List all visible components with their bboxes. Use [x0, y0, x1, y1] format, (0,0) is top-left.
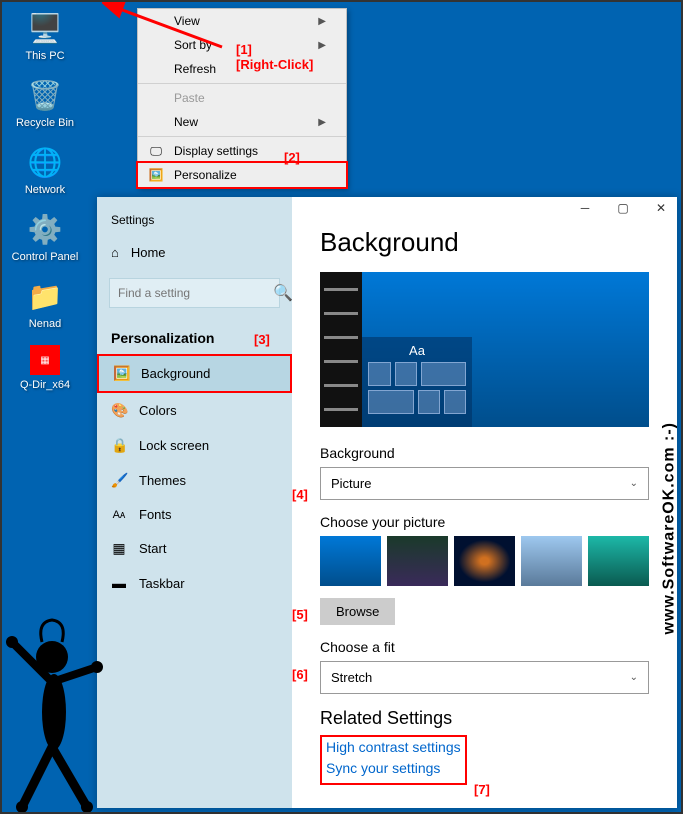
sidebar-item-colors[interactable]: 🎨 Colors: [97, 393, 292, 428]
desktop-preview: Aa: [320, 272, 649, 427]
settings-content: ─ ▢ ✕ Background Aa Background Picture ⌄…: [292, 197, 677, 808]
nav-label: Background: [141, 366, 210, 381]
search-input[interactable]: [118, 286, 273, 300]
preview-sample-text: Aa: [368, 343, 466, 358]
thumbnail-2[interactable]: [387, 536, 448, 586]
sidebar-item-taskbar[interactable]: ▬ Taskbar: [97, 566, 292, 600]
nav-label: Taskbar: [139, 576, 185, 591]
menu-item-displaysettings[interactable]: 🖵 Display settings: [138, 139, 346, 163]
preview-start: Aa: [362, 337, 472, 427]
chevron-down-icon: ⌄: [630, 478, 638, 489]
lock-icon: 🔒: [111, 437, 127, 454]
display-icon: 🖵: [148, 143, 164, 159]
menu-label: New: [174, 115, 198, 129]
menu-label: Paste: [174, 91, 205, 105]
page-title: Background: [320, 227, 649, 258]
icon-label: Network: [10, 184, 80, 196]
pc-icon: 🖥️: [27, 10, 63, 46]
nav-label: Fonts: [139, 507, 172, 522]
palette-icon: 🎨: [111, 402, 127, 419]
sidebar-section-title: Personalization: [97, 316, 292, 354]
chevron-right-icon: ▶: [318, 117, 326, 128]
link-high-contrast[interactable]: High contrast settings: [326, 739, 461, 755]
dropdown-value: Picture: [331, 476, 371, 491]
maximize-button[interactable]: ▢: [613, 201, 633, 215]
sidebar-item-start[interactable]: ▦ Start: [97, 531, 292, 566]
icon-label: This PC: [10, 50, 80, 62]
nav-label: Themes: [139, 473, 186, 488]
sidebar-item-background[interactable]: 🖼️ Background: [97, 354, 292, 393]
fit-dropdown[interactable]: Stretch ⌄: [320, 661, 649, 694]
picture-icon: 🖼️: [113, 365, 129, 382]
minimize-button[interactable]: ─: [575, 201, 595, 215]
icon-label: Control Panel: [10, 251, 80, 263]
menu-item-paste: Paste: [138, 86, 346, 110]
sidebar-item-fonts[interactable]: Aᴀ Fonts: [97, 498, 292, 531]
desktop-icon-thispc[interactable]: 🖥️ This PC: [10, 10, 80, 62]
link-sync-settings[interactable]: Sync your settings: [326, 760, 461, 776]
menu-label: Personalize: [174, 168, 237, 182]
menu-label: Refresh: [174, 62, 216, 76]
sidebar-item-themes[interactable]: 🖌️ Themes: [97, 463, 292, 498]
search-icon: 🔍: [273, 283, 293, 303]
recyclebin-icon: 🗑️: [27, 77, 63, 113]
home-icon: ⌂: [111, 245, 119, 260]
taskbar-icon: ▬: [111, 575, 127, 591]
browse-button[interactable]: Browse: [320, 598, 395, 625]
search-box[interactable]: 🔍: [109, 278, 280, 308]
icon-label: Recycle Bin: [10, 117, 80, 129]
desktop-icon-controlpanel[interactable]: ⚙️ Control Panel: [10, 211, 80, 263]
arrow-annotation: [102, 2, 242, 62]
thumbnail-1[interactable]: [320, 536, 381, 586]
user-folder-icon: 📁: [27, 278, 63, 314]
desktop-icon-qdir[interactable]: ▦ Q-Dir_x64: [10, 345, 80, 391]
title-bar-controls: ─ ▢ ✕: [575, 201, 671, 215]
chevron-right-icon: ▶: [318, 40, 326, 51]
themes-icon: 🖌️: [111, 472, 127, 489]
menu-label: Display settings: [174, 144, 258, 158]
app-title: Settings: [97, 205, 292, 235]
qdir-icon: ▦: [30, 345, 60, 375]
desktop-icon-user[interactable]: 📁 Nenad: [10, 278, 80, 330]
network-icon: 🌐: [27, 144, 63, 180]
preview-taskbar: [320, 272, 362, 427]
start-icon: ▦: [111, 540, 127, 557]
home-label: Home: [131, 245, 166, 260]
menu-separator: [138, 83, 346, 84]
chevron-right-icon: ▶: [318, 16, 326, 27]
chevron-down-icon: ⌄: [630, 672, 638, 683]
nav-label: Colors: [139, 403, 177, 418]
nav-label: Start: [139, 541, 166, 556]
fonts-icon: Aᴀ: [111, 509, 127, 521]
thumbnail-3[interactable]: [454, 536, 515, 586]
desktop-icon-recyclebin[interactable]: 🗑️ Recycle Bin: [10, 77, 80, 129]
sidebar-home[interactable]: ⌂ Home: [97, 235, 292, 270]
settings-sidebar: Settings ⌂ Home 🔍 Personalization 🖼️ Bac…: [97, 197, 292, 808]
nav-label: Lock screen: [139, 438, 209, 453]
background-type-dropdown[interactable]: Picture ⌄: [320, 467, 649, 500]
menu-item-new[interactable]: New ▶: [138, 110, 346, 134]
controlpanel-icon: ⚙️: [27, 211, 63, 247]
settings-window: Settings ⌂ Home 🔍 Personalization 🖼️ Bac…: [97, 197, 677, 808]
icon-label: Q-Dir_x64: [10, 379, 80, 391]
desktop-icon-network[interactable]: 🌐 Network: [10, 144, 80, 196]
choose-fit-label: Choose a fit: [320, 639, 649, 655]
menu-separator: [138, 136, 346, 137]
thumbnail-4[interactable]: [521, 536, 582, 586]
watermark-text: www.SoftwareOK.com :-): [661, 422, 679, 635]
browse-label: Browse: [336, 604, 379, 619]
picture-thumbnails: [320, 536, 649, 586]
dropdown-value: Stretch: [331, 670, 372, 685]
related-settings-title: Related Settings: [320, 708, 649, 729]
icon-label: Nenad: [10, 318, 80, 330]
sidebar-item-lockscreen[interactable]: 🔒 Lock screen: [97, 428, 292, 463]
related-links-highlight: High contrast settings Sync your setting…: [320, 735, 467, 785]
choose-picture-label: Choose your picture: [320, 514, 649, 530]
thumbnail-5[interactable]: [588, 536, 649, 586]
close-button[interactable]: ✕: [651, 201, 671, 215]
personalize-icon: 🖼️: [148, 167, 164, 183]
background-label: Background: [320, 445, 649, 461]
menu-item-personalize[interactable]: 🖼️ Personalize: [136, 161, 348, 189]
